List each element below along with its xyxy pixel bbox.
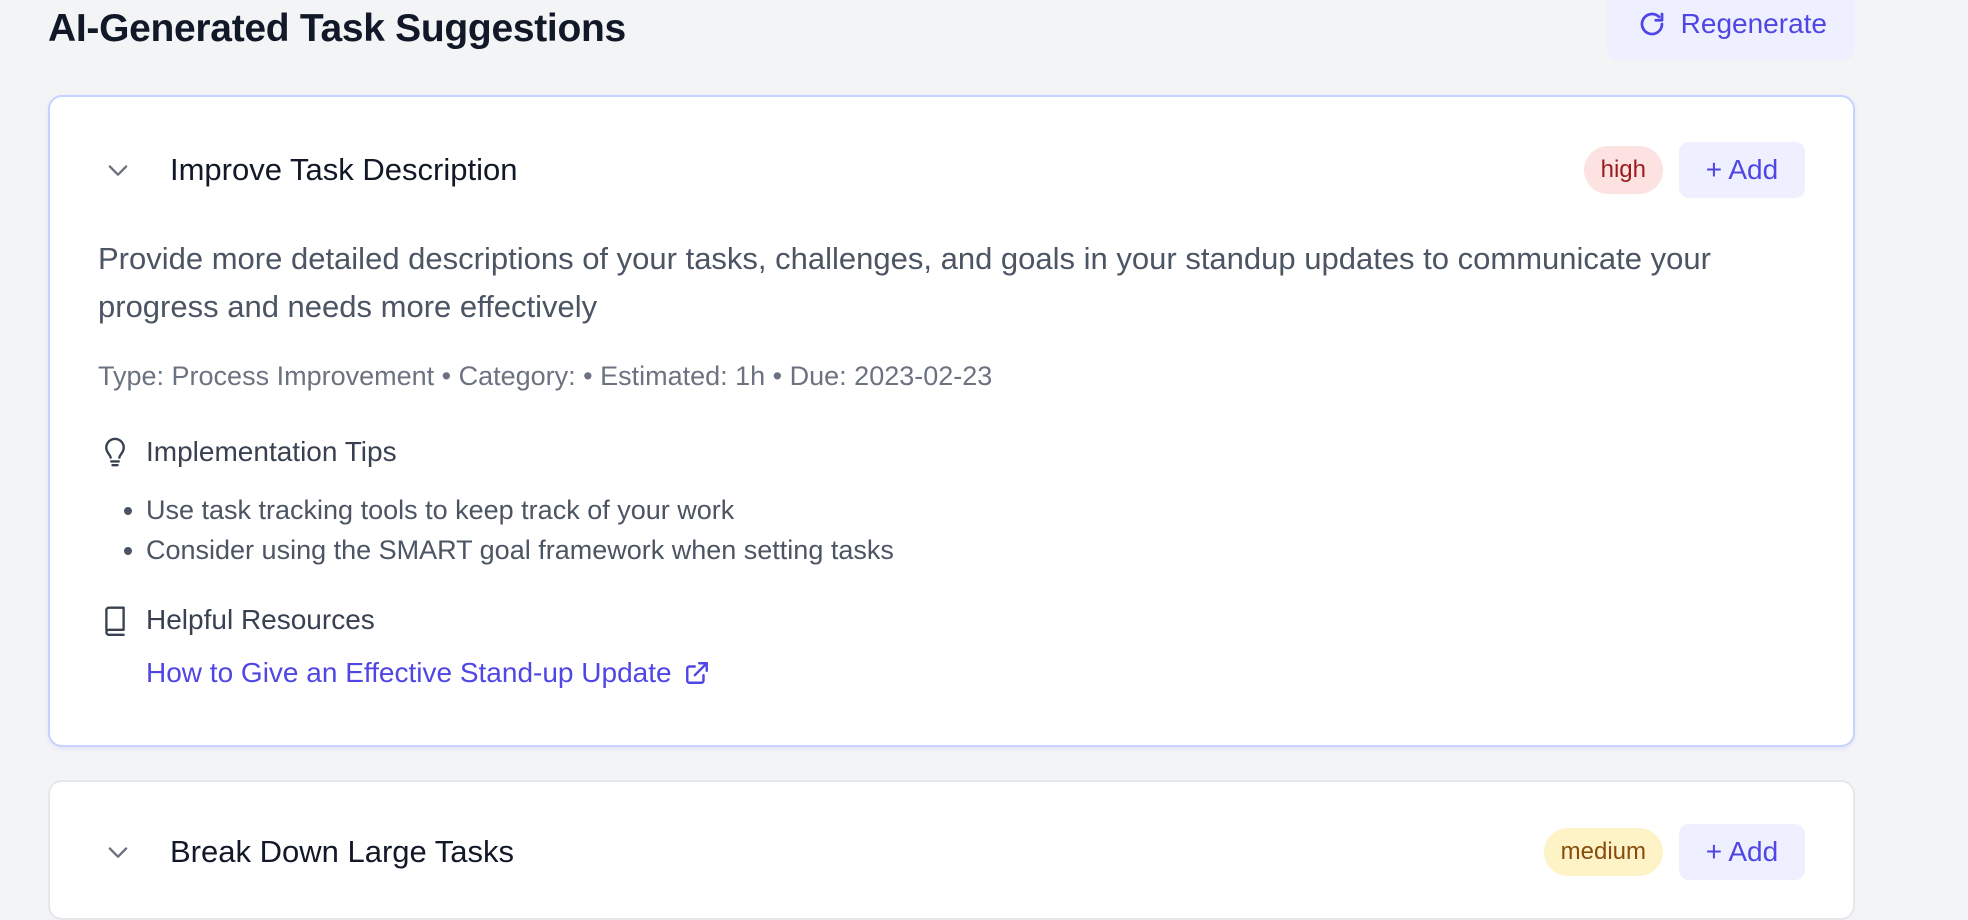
suggestion-card: Improve Task Description high + Add Prov…: [48, 95, 1855, 747]
suggestion-title: Break Down Large Tasks: [170, 834, 515, 869]
suggestion-card-header[interactable]: Improve Task Description high + Add: [50, 140, 1853, 200]
regenerate-button[interactable]: Regenerate: [1606, 0, 1855, 60]
chevron-down-icon[interactable]: [104, 156, 132, 184]
resources-section-header: Helpful Resources: [98, 603, 375, 637]
priority-badge: medium: [1543, 828, 1663, 876]
lightbulb-icon: [98, 435, 132, 469]
tips-section-header: Implementation Tips: [98, 435, 397, 469]
suggestion-meta: Type: Process Improvement • Category: • …: [98, 361, 993, 391]
suggestion-description: Provide more detailed descriptions of yo…: [98, 241, 1711, 324]
suggestion-title: Improve Task Description: [170, 152, 518, 187]
book-icon: [98, 603, 132, 637]
external-link-icon: [684, 660, 710, 686]
refresh-icon: [1637, 9, 1667, 39]
suggestion-card-header[interactable]: Break Down Large Tasks medium + Add: [50, 822, 1853, 882]
priority-badge: high: [1583, 146, 1663, 194]
page-title: AI-Generated Task Suggestions: [48, 7, 626, 50]
tips-heading: Implementation Tips: [146, 436, 397, 467]
add-task-button[interactable]: + Add: [1679, 824, 1805, 880]
resource-link[interactable]: How to Give an Effective Stand-up Update: [146, 657, 710, 689]
tips-list: Use task tracking tools to keep track of…: [124, 490, 894, 570]
chevron-down-icon[interactable]: [104, 838, 132, 866]
header: AI-Generated Task Suggestions Regenerate: [48, 0, 1855, 60]
regenerate-label: Regenerate: [1680, 8, 1827, 39]
add-task-button[interactable]: + Add: [1679, 142, 1805, 198]
suggestion-card: Break Down Large Tasks medium + Add: [48, 780, 1855, 920]
resource-link-label: How to Give an Effective Stand-up Update: [146, 657, 672, 688]
list-item: Use task tracking tools to keep track of…: [124, 490, 894, 530]
list-item: Consider using the SMART goal framework …: [124, 530, 894, 570]
resources-heading: Helpful Resources: [146, 604, 375, 635]
